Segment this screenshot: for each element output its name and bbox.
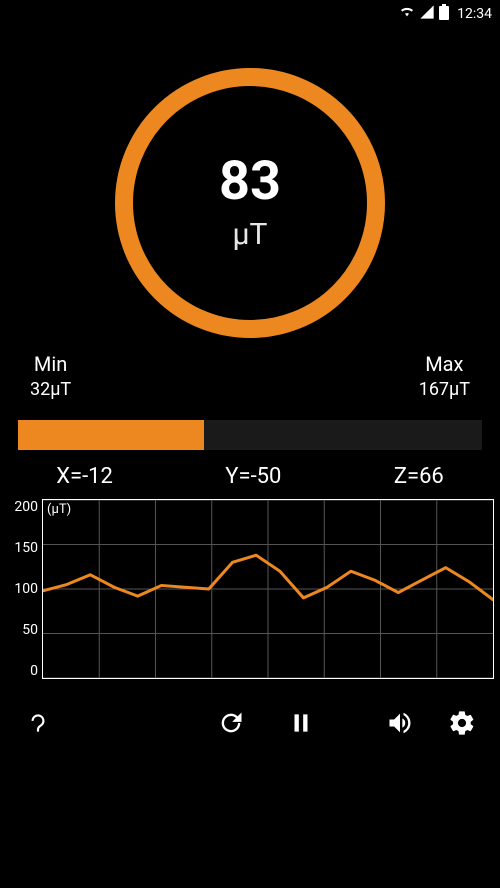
axis-z: Z=66 [394, 464, 444, 489]
question-icon [25, 710, 51, 740]
sound-button[interactable] [384, 709, 416, 741]
intensity-bar [18, 420, 482, 450]
status-bar: 12:34 [0, 0, 500, 28]
chart-box: (μT) [42, 499, 494, 679]
settings-button[interactable] [446, 709, 478, 741]
intensity-bar-fill [18, 420, 204, 450]
chart-ytick: 100 [14, 581, 38, 597]
refresh-icon [217, 709, 245, 741]
toolbar [0, 701, 500, 749]
chart: 200 150 100 50 0 (μT) [6, 499, 494, 679]
max-block: Max 167μT [419, 351, 470, 402]
min-label: Min [30, 351, 71, 378]
axis-y: Y=-50 [225, 464, 281, 489]
wifi-icon [399, 4, 415, 24]
chart-ytick: 0 [30, 663, 38, 679]
gear-icon [448, 709, 476, 741]
chart-y-axis: 200 150 100 50 0 [6, 499, 42, 679]
max-value: 167μT [419, 378, 470, 402]
min-block: Min 32μT [30, 351, 71, 402]
gauge-ring: 83 μT [115, 68, 385, 338]
help-button[interactable] [22, 709, 54, 741]
gauge-area: 83 μT Min 32μT Max 167μT [0, 68, 500, 408]
signal-icon [419, 4, 435, 24]
axis-x: X=-12 [56, 464, 113, 489]
xyz-row: X=-12 Y=-50 Z=66 [0, 464, 500, 489]
chart-svg [43, 500, 493, 678]
max-label: Max [419, 351, 470, 378]
chart-ytick: 150 [14, 540, 38, 556]
battery-icon [439, 4, 449, 24]
pause-button[interactable] [285, 709, 317, 741]
gauge-value: 83 [219, 155, 281, 209]
min-value: 32μT [30, 378, 71, 402]
pause-icon [288, 710, 314, 740]
minmax-row: Min 32μT Max 167μT [0, 351, 500, 408]
volume-icon [386, 709, 414, 741]
chart-ytick: 50 [22, 622, 38, 638]
gauge-unit: μT [233, 217, 268, 252]
status-time: 12:34 [457, 6, 492, 22]
refresh-button[interactable] [215, 709, 247, 741]
chart-ytick: 200 [14, 499, 38, 515]
